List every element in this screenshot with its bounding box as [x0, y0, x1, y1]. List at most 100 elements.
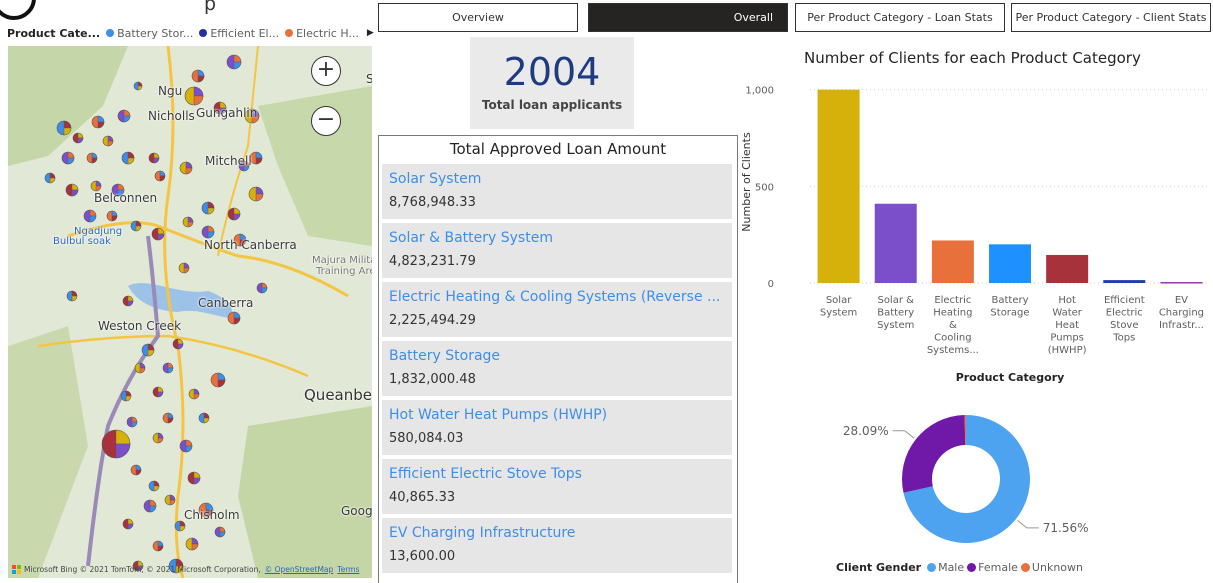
bar-chart-svg: Number of Clients 0 500 1,000 Solar System Sol… — [740, 86, 1210, 384]
donut-chart-svg: 71.56% 28.09% — [843, 415, 1089, 543]
bar[interactable] — [1046, 254, 1089, 283]
zoom-in-button[interactable]: + — [311, 56, 341, 86]
loan-category-name: Electric Heating & Cooling Systems (Reve… — [389, 289, 721, 305]
tab-overview[interactable]: Overview — [378, 3, 578, 32]
map-label-suburb: Goog — [341, 504, 372, 518]
map-visual[interactable]: Ngu Nicholls Gungahlin Mitchell Belconne… — [8, 46, 372, 578]
map-legend-item[interactable]: Electric H... — [285, 27, 359, 40]
loan-card[interactable]: Solar & Battery System 4,823,231.79 — [382, 223, 732, 278]
x-tick-label: EV Charging Infrastr... — [1159, 295, 1204, 331]
map-label-suburb: Weston Creek — [98, 319, 182, 333]
x-tick-label: Solar System — [820, 295, 857, 319]
x-tick-label: Solar & Battery System — [877, 295, 914, 331]
map-label-suburb: Mitchell — [205, 154, 252, 168]
triangle-right-icon[interactable]: ▶ — [367, 28, 374, 38]
donut-legend-title: Client Gender — [836, 561, 922, 574]
x-tick-label: Efficient Electric Stove Tops — [1104, 295, 1145, 344]
loan-amount: 8,768,948.33 — [389, 195, 476, 210]
copyright-text: © 2021 TomTom, © 2021 Microsoft Corporat… — [79, 565, 261, 574]
loan-card[interactable]: Efficient Electric Stove Tops 40,865.33 — [382, 459, 732, 514]
loan-amount: 580,084.03 — [389, 431, 464, 446]
loan-category-name: Solar & Battery System — [389, 230, 553, 246]
donut-legend: Client Gender Male Female Unknown — [836, 561, 1086, 574]
x-tick-label: Electric Heating & Cooling Systems... — [927, 295, 979, 356]
loan-card[interactable]: Hot Water Heat Pumps (HWHP) 580,084.03 — [382, 400, 732, 455]
tab-loan-stats[interactable]: Per Product Category - Loan Stats — [795, 3, 1005, 32]
donut-data-label: 28.09% — [843, 424, 889, 438]
legend-item-female[interactable]: Female — [967, 561, 1018, 574]
legend-dot-icon — [106, 29, 115, 37]
loan-amount: 1,832,000.48 — [389, 372, 476, 387]
clients-per-category-chart[interactable]: Number of Clients for each Product Categ… — [738, 44, 1213, 384]
kpi-label: Total loan applicants — [481, 98, 623, 112]
loan-amount: 40,865.33 — [389, 490, 456, 505]
donut-leader-line — [1017, 519, 1039, 529]
donut-leader-line — [892, 430, 915, 439]
logo-icon — [0, 0, 36, 20]
loan-category-name: Solar System — [389, 171, 482, 187]
bar[interactable] — [1103, 280, 1146, 283]
microsoft-logo-icon — [12, 565, 21, 574]
map-label-suburb: Nicholls — [148, 109, 195, 123]
loan-amount: 13,600.00 — [389, 549, 456, 564]
legend-item-male[interactable]: Male — [927, 561, 964, 574]
bar[interactable] — [1160, 282, 1203, 284]
client-gender-donut[interactable]: 71.56% 28.09% Client Gender Male Female U… — [738, 395, 1213, 583]
y-tick-label: 0 — [768, 279, 774, 290]
y-tick-label: 1,000 — [745, 86, 774, 97]
x-tick-label: Battery Storage — [990, 295, 1029, 319]
map-label-area: Training Are — [316, 266, 372, 277]
donut-slice[interactable] — [902, 415, 966, 493]
bar[interactable] — [817, 89, 860, 283]
loan-amount: 2,225,494.29 — [389, 313, 476, 328]
bar[interactable] — [874, 203, 917, 283]
map-label-city: Canberra — [198, 296, 254, 310]
zoom-out-button[interactable]: − — [311, 106, 341, 136]
bar[interactable] — [931, 240, 974, 283]
legend-dot-icon — [285, 29, 294, 37]
loan-category-name: Battery Storage — [389, 348, 501, 364]
map-label-suburb: North Canberra — [204, 238, 297, 252]
kpi-card: 2004 Total loan applicants — [470, 37, 634, 129]
kpi-value: 2004 — [503, 50, 601, 94]
x-axis-title: Product Category — [956, 371, 1065, 384]
map-attribution: Microsoft Bing © 2021 TomTom, © 2021 Mic… — [12, 565, 359, 574]
bing-label: Microsoft Bing — [24, 565, 78, 574]
map-legend-item[interactable]: Efficient El... — [199, 27, 279, 40]
tab-overall[interactable]: Overall — [588, 3, 788, 32]
approved-loan-panel: Total Approved Loan Amount Solar System … — [378, 135, 738, 583]
report-title-fragment: p — [204, 0, 217, 15]
report-title-area: p — [0, 0, 378, 20]
map-label-suburb: Bulbul soak — [53, 236, 111, 247]
map-label-suburb: Belconnen — [94, 191, 158, 205]
tab-client-stats[interactable]: Per Product Category - Client Stats — [1011, 3, 1211, 32]
map-label-city: Queanbe — [304, 386, 372, 404]
map-label-suburb: Gungahlin — [196, 106, 258, 120]
legend-dot-icon — [967, 563, 977, 572]
x-tick-label: Hot Water Heat Pumps (HWHP) — [1048, 295, 1087, 356]
loan-category-name: EV Charging Infrastructure — [389, 525, 576, 541]
loan-card[interactable]: Battery Storage 1,832,000.48 — [382, 341, 732, 396]
y-axis-title: Number of Clients — [740, 132, 753, 232]
map-legend-item[interactable]: Battery Stor... — [106, 27, 193, 40]
map-label-suburb: Ngu — [158, 84, 183, 98]
loan-card[interactable]: Electric Heating & Cooling Systems (Reve… — [382, 282, 732, 337]
loan-amount: 4,823,231.79 — [389, 254, 476, 269]
map-label-suburb: S — [366, 72, 372, 86]
loan-category-name: Hot Water Heat Pumps (HWHP) — [389, 407, 608, 423]
map-legend: Product Cate... Battery Stor... Efficien… — [0, 22, 378, 44]
legend-dot-icon — [927, 563, 937, 572]
terms-link[interactable]: Terms — [337, 565, 359, 574]
legend-dot-icon — [1020, 563, 1030, 572]
map-label-area: Majura Milita — [312, 255, 372, 266]
legend-item-unknown[interactable]: Unknown — [1020, 561, 1083, 574]
bar[interactable] — [989, 244, 1031, 283]
loan-card[interactable]: Solar System 8,768,948.33 — [382, 164, 732, 219]
legend-dot-icon — [199, 29, 208, 37]
loan-category-name: Efficient Electric Stove Tops — [389, 466, 582, 482]
y-tick-label: 500 — [755, 182, 774, 193]
map-label-suburb: Chisholm — [184, 508, 240, 522]
map-legend-title: Product Cate... — [7, 26, 101, 40]
osm-link[interactable]: © OpenStreetMap — [265, 565, 334, 574]
loan-card[interactable]: EV Charging Infrastructure 13,600.00 — [382, 518, 732, 573]
